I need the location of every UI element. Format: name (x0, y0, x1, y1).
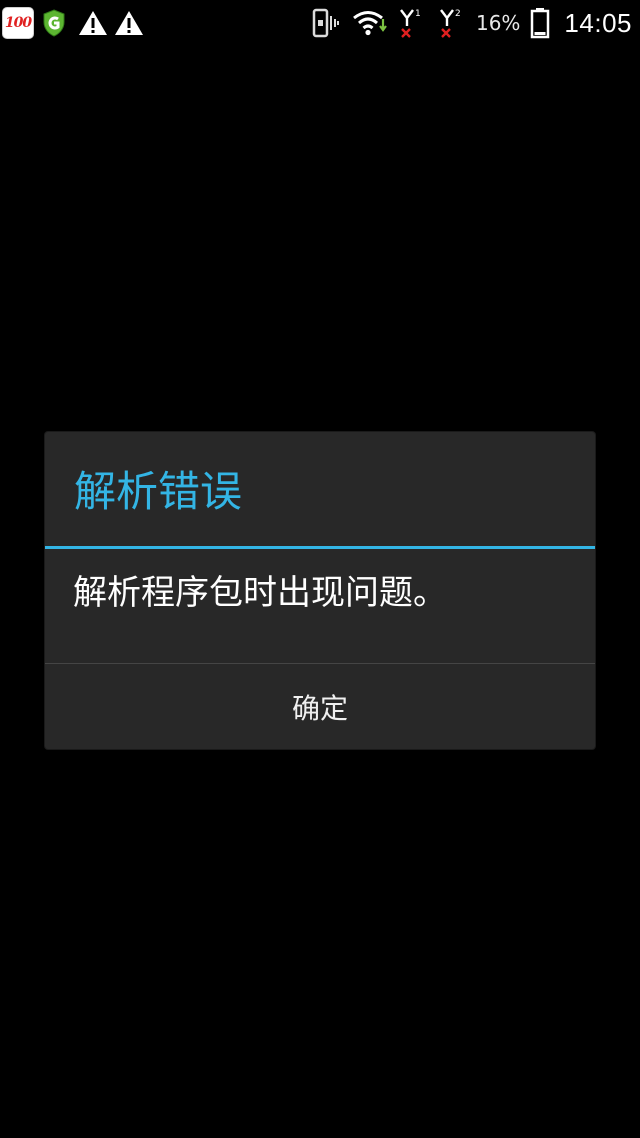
warning-icon (114, 9, 144, 37)
svg-text:2: 2 (455, 9, 461, 19)
ok-button-label: 确定 (291, 691, 348, 725)
dialog-title: 解析错误 (74, 467, 243, 516)
parse-error-dialog: 解析错误 解析程序包时出现问题。 确定 (45, 432, 595, 749)
app-100-icon-label: 100 (4, 15, 32, 31)
warning-icon (78, 9, 108, 37)
vibrate-icon (312, 8, 340, 38)
signal-sim1-icon: 1 (398, 7, 424, 39)
dialog-title-area: 解析错误 (45, 432, 595, 546)
status-bar: 100 1 2 16% 14:05 (0, 0, 640, 46)
clock: 14:05 (564, 7, 632, 38)
screen: 100 1 2 16% 14:05 解析错误 解析程序包时出现问题。 确定 (0, 0, 640, 1138)
ok-button[interactable]: 确定 (45, 664, 595, 749)
dialog-message: 解析程序包时出现问题。 (73, 573, 447, 613)
battery-icon (530, 7, 550, 39)
system-icons: 1 2 16% 14:05 (312, 4, 632, 42)
notification-icons: 100 (2, 5, 144, 41)
battery-percent: 16% (475, 11, 521, 35)
wifi-icon (352, 9, 388, 37)
app-100-icon: 100 (2, 7, 34, 39)
signal-sim2-icon: 2 (438, 7, 464, 39)
title-divider (45, 546, 595, 549)
green-shield-app-icon (42, 9, 66, 37)
svg-text:1: 1 (415, 9, 421, 19)
